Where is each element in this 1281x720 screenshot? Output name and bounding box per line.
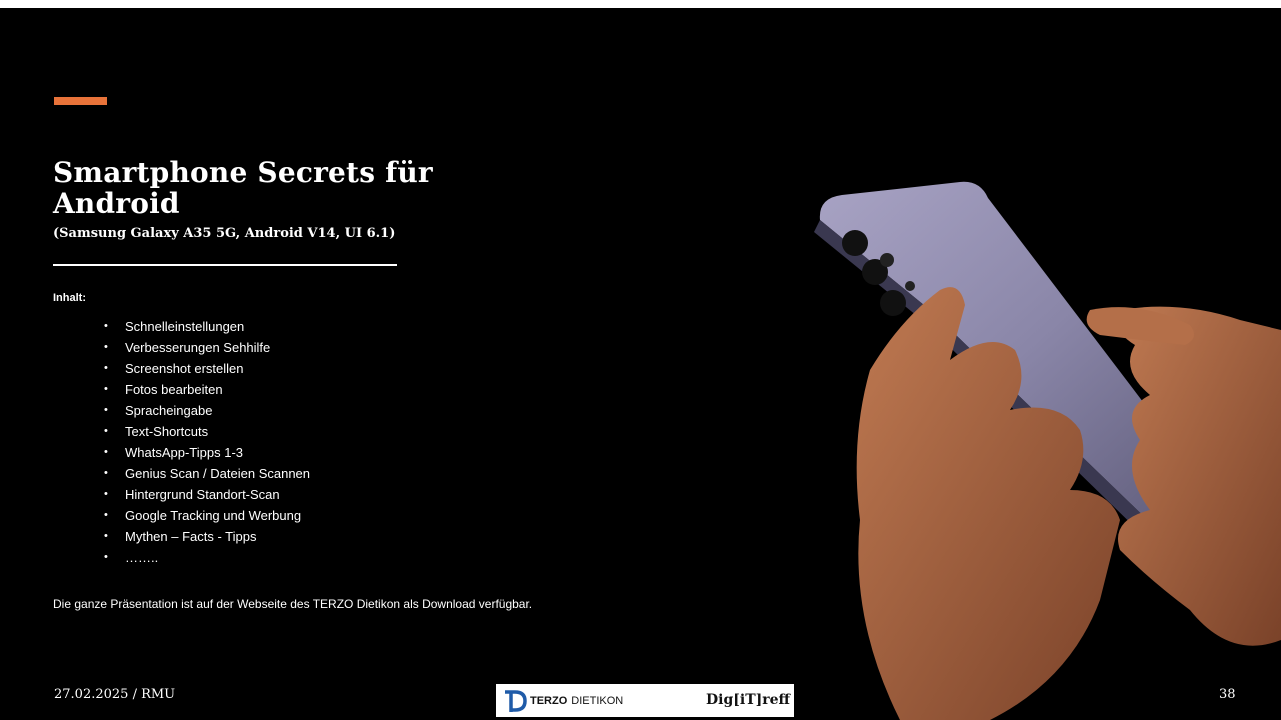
list-item: • Mythen – Facts - Tipps xyxy=(104,526,310,547)
list-item-label: Fotos bearbeiten xyxy=(125,382,223,397)
list-item: • Screenshot erstellen xyxy=(104,358,310,379)
hands-holding-smartphone-photo xyxy=(814,181,1281,720)
bullet-icon: • xyxy=(104,551,108,563)
digitreff-logo: Dig[iT]reff xyxy=(706,692,791,708)
list-item-label: Verbesserungen Sehhilfe xyxy=(125,340,271,355)
list-item-label: …….. xyxy=(125,550,159,565)
logo-dietikon-text: DIETIKON xyxy=(571,695,624,707)
list-item-label: Google Tracking und Werbung xyxy=(125,508,302,523)
list-item-label: Hintergrund Standort-Scan xyxy=(125,487,280,502)
list-item: • Genius Scan / Dateien Scannen xyxy=(104,463,310,484)
bullet-icon: • xyxy=(104,320,108,332)
list-item: • Hintergrund Standort-Scan xyxy=(104,484,310,505)
list-item: • Verbesserungen Sehhilfe xyxy=(104,337,310,358)
list-item: • Text-Shortcuts xyxy=(104,421,310,442)
bullet-icon: • xyxy=(104,341,108,353)
list-item: • Spracheingabe xyxy=(104,400,310,421)
list-item: • Google Tracking und Werbung xyxy=(104,505,310,526)
bullet-icon: • xyxy=(104,383,108,395)
footer-logos: TERZO DIETIKON Dig[iT]reff xyxy=(496,684,794,717)
table-of-contents: • Schnelleinstellungen • Verbesserungen Seh… xyxy=(104,316,310,568)
bullet-icon: • xyxy=(104,362,108,374)
logo-terzo-text: TERZO xyxy=(530,695,568,707)
list-item: • …….. xyxy=(104,547,310,568)
footer-date: 27.02.2025 / RMU xyxy=(54,687,176,702)
list-item-label: Text-Shortcuts xyxy=(125,424,209,439)
title-divider xyxy=(53,264,397,266)
bullet-icon: • xyxy=(104,425,108,437)
page-number: 38 xyxy=(1219,687,1236,702)
title-accent-bar xyxy=(54,97,107,105)
content-heading: Inhalt: xyxy=(53,292,86,304)
list-item-label: Mythen – Facts - Tipps xyxy=(125,529,257,544)
slide-title: Smartphone Secrets für Android xyxy=(53,156,433,220)
slide-top-strip xyxy=(0,0,1281,8)
list-item-label: Schnelleinstellungen xyxy=(125,319,245,334)
terzo-d-logo-icon xyxy=(505,690,527,712)
bullet-icon: • xyxy=(104,467,108,479)
terzo-logo: TERZO DIETIKON xyxy=(502,686,623,716)
list-item-label: Spracheingabe xyxy=(125,403,213,418)
slide-subtitle: (Samsung Galaxy A35 5G, Android V14, UI … xyxy=(53,226,396,241)
download-note: Die ganze Präsentation ist auf der Webse… xyxy=(53,597,533,611)
list-item-label: Genius Scan / Dateien Scannen xyxy=(125,466,311,481)
bullet-icon: • xyxy=(104,488,108,500)
list-item: • WhatsApp-Tipps 1-3 xyxy=(104,442,310,463)
bullet-icon: • xyxy=(104,509,108,521)
bullet-icon: • xyxy=(104,404,108,416)
list-item-label: WhatsApp-Tipps 1-3 xyxy=(125,445,244,460)
list-item: • Fotos bearbeiten xyxy=(104,379,310,400)
bullet-icon: • xyxy=(104,446,108,458)
bullet-icon: • xyxy=(104,530,108,542)
list-item: • Schnelleinstellungen xyxy=(104,316,310,337)
list-item-label: Screenshot erstellen xyxy=(125,361,244,376)
